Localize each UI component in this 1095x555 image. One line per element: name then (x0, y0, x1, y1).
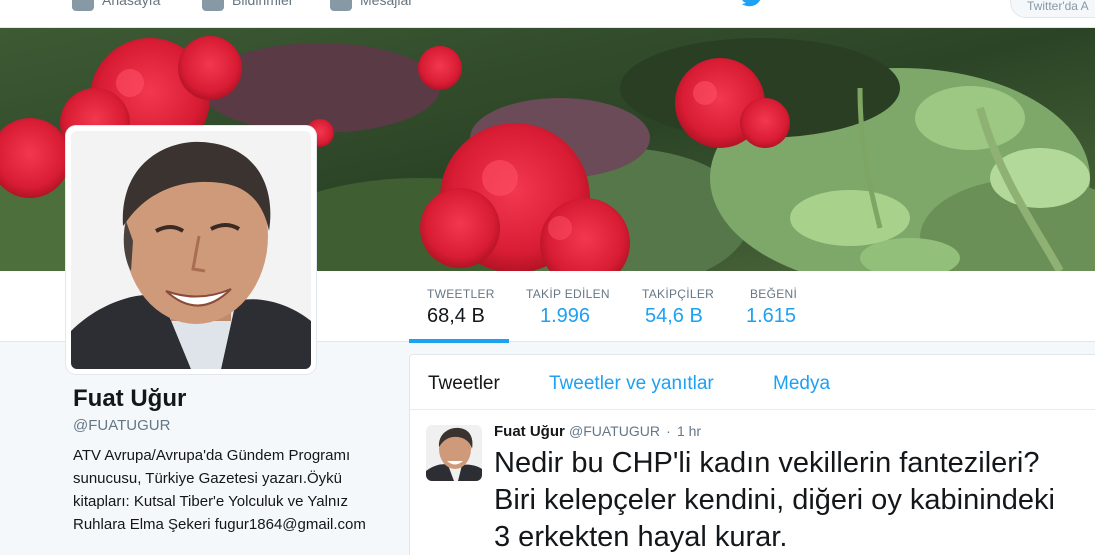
nav-messages-label: Mesajlar (360, 0, 413, 8)
stat-followers[interactable]: TAKİPÇİLER 54,6 B (642, 287, 714, 328)
top-navigation: Anasayfa Bildirimler Mesajlar Twitter'da… (0, 0, 1095, 28)
search-input[interactable]: Twitter'da A (1010, 0, 1095, 18)
avatar-image (71, 131, 311, 369)
timeline-tabs: Tweetler Tweetler ve yanıtlar Medya (410, 355, 1095, 410)
stat-followers-value: 54,6 B (645, 305, 703, 327)
stat-tweets-label: TWEETLER (427, 287, 495, 301)
active-stat-indicator (409, 339, 509, 343)
tweet-author-handle[interactable]: @FUATUGUR (569, 423, 660, 439)
profile-name[interactable]: Fuat Uğur (73, 385, 383, 413)
stat-followers-label: TAKİPÇİLER (642, 287, 715, 301)
nav-notifications-label: Bildirimler (232, 0, 294, 8)
bell-icon (202, 0, 224, 11)
tweet-separator: · (666, 423, 671, 439)
timeline: Tweetler Tweetler ve yanıtlar Medya Fuat… (409, 354, 1095, 555)
stat-likes[interactable]: BEĞENİ 1.615 (746, 287, 798, 328)
stat-following[interactable]: TAKİP EDİLEN 1.996 (526, 287, 610, 328)
nav-messages[interactable]: Mesajlar (330, 0, 413, 12)
stat-likes-value: 1.615 (746, 305, 797, 327)
tweet-text: Nedir bu CHP'li kadın vekillerin fantezi… (494, 447, 1055, 553)
nav-home[interactable]: Anasayfa (72, 0, 160, 12)
profile-avatar[interactable] (66, 126, 316, 374)
nav-notifications[interactable]: Bildirimler (202, 0, 293, 12)
tweet-avatar-image (426, 425, 482, 481)
home-icon (72, 0, 94, 11)
profile-handle[interactable]: @FUATUGUR (73, 417, 383, 434)
tweet-timestamp[interactable]: 1 hr (677, 423, 701, 439)
nav-home-label: Anasayfa (102, 0, 161, 8)
tweet-avatar[interactable] (426, 425, 482, 481)
profile-info: Fuat Uğur @FUATUGUR ATV Avrupa/Avrupa'da… (73, 385, 383, 536)
twitter-bird-icon[interactable] (740, 0, 766, 10)
tweet-header: Fuat Uğur @FUATUGUR · 1 hr (494, 423, 701, 440)
tab-media[interactable]: Medya (773, 373, 830, 395)
stat-tweets[interactable]: TWEETLER 68,4 B (427, 287, 495, 328)
profile-bio: ATV Avrupa/Avrupa'da Gündem Programı sun… (73, 447, 366, 533)
stat-tweets-value: 68,4 B (427, 305, 485, 327)
tweet-author-name[interactable]: Fuat Uğur (494, 423, 565, 440)
stat-following-value: 1.996 (540, 305, 591, 327)
tab-tweets-and-replies[interactable]: Tweetler ve yanıtlar (549, 373, 714, 395)
stat-following-label: TAKİP EDİLEN (526, 287, 610, 301)
envelope-icon (330, 0, 352, 11)
tweet[interactable]: Fuat Uğur @FUATUGUR · 1 hr Nedir bu CHP'… (410, 411, 1095, 553)
tab-tweets[interactable]: Tweetler (428, 373, 500, 395)
stat-likes-label: BEĞENİ (750, 287, 798, 301)
